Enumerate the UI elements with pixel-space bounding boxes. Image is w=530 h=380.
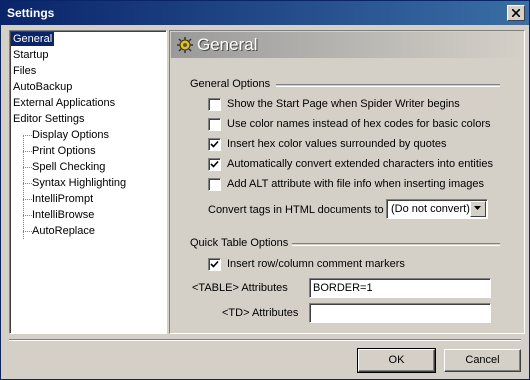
tree-item-syntax-highlighting[interactable]: Syntax Highlighting (30, 176, 128, 190)
settings-window: Settings General Startup Files AutoBacku… (0, 0, 530, 380)
checkbox-alt-attribute[interactable] (208, 178, 221, 191)
tree-item-autobackup[interactable]: AutoBackup (11, 80, 74, 94)
checkbox-label: Insert row/column comment markers (227, 258, 405, 270)
checkbox-label: Show the Start Page when Spider Writer b… (227, 98, 460, 110)
cancel-button[interactable]: Cancel (444, 349, 521, 372)
checkbox-show-start-page[interactable] (208, 98, 221, 111)
tree-item-general[interactable]: General (11, 32, 55, 46)
table-attributes-value: BORDER=1 (313, 282, 373, 294)
divider (276, 84, 500, 87)
panel-title: General (197, 35, 258, 54)
td-attributes-label: <TD> Attributes (222, 307, 299, 319)
checkbox-hex-quotes[interactable] (208, 138, 221, 151)
table-attributes-label: <TABLE> Attributes (192, 282, 288, 294)
tree-item-autoreplace[interactable]: AutoReplace (30, 224, 97, 238)
panel-header: General (171, 32, 523, 58)
checkbox-label: Insert hex color values surrounded by qu… (227, 138, 447, 150)
checkmark-icon (210, 160, 219, 168)
footer-divider (9, 339, 521, 341)
chevron-down-icon (474, 206, 481, 210)
tree-item-display-options[interactable]: Display Options (30, 128, 111, 142)
ok-button[interactable]: OK (357, 348, 436, 373)
title-bar: Settings (1, 1, 529, 25)
checkbox-label: Use color names instead of hex codes for… (227, 118, 491, 130)
checkbox-use-color-names[interactable] (208, 118, 221, 131)
tree-item-external-applications[interactable]: External Applications (11, 96, 117, 110)
tree-item-editor-settings[interactable]: Editor Settings (11, 112, 87, 126)
settings-panel: General General Options Show the Start P… (169, 30, 525, 334)
close-icon (512, 9, 520, 17)
table-attributes-input[interactable]: BORDER=1 (309, 278, 491, 298)
quick-table-options-heading: Quick Table Options (190, 237, 289, 249)
checkmark-icon (210, 260, 219, 268)
gear-icon (177, 37, 193, 53)
dropdown-button[interactable] (470, 201, 486, 217)
divider (292, 243, 500, 246)
tree-item-intelliprompt[interactable]: IntelliPrompt (30, 192, 95, 206)
convert-tags-value: (Do not convert) (391, 203, 470, 215)
checkbox-comment-markers[interactable] (208, 258, 221, 271)
checkbox-label: Automatically convert extended character… (227, 158, 493, 170)
td-attributes-input[interactable] (309, 303, 491, 323)
tree-item-files[interactable]: Files (11, 64, 38, 78)
checkmark-icon (210, 140, 219, 148)
convert-tags-select[interactable]: (Do not convert) (386, 199, 488, 219)
convert-tags-label: Convert tags in HTML documents to (208, 204, 384, 216)
close-button[interactable] (507, 5, 525, 21)
tree-item-startup[interactable]: Startup (11, 48, 50, 62)
window-title: Settings (7, 6, 55, 20)
settings-tree[interactable]: General Startup Files AutoBackup Externa… (9, 30, 167, 334)
tree-item-print-options[interactable]: Print Options (30, 144, 98, 158)
checkbox-label: Add ALT attribute with file info when in… (227, 178, 485, 190)
tree-item-intellibrowse[interactable]: IntelliBrowse (30, 208, 96, 222)
tree-item-spell-checking[interactable]: Spell Checking (30, 160, 107, 174)
checkbox-convert-entities[interactable] (208, 158, 221, 171)
general-options-heading: General Options (190, 78, 271, 90)
